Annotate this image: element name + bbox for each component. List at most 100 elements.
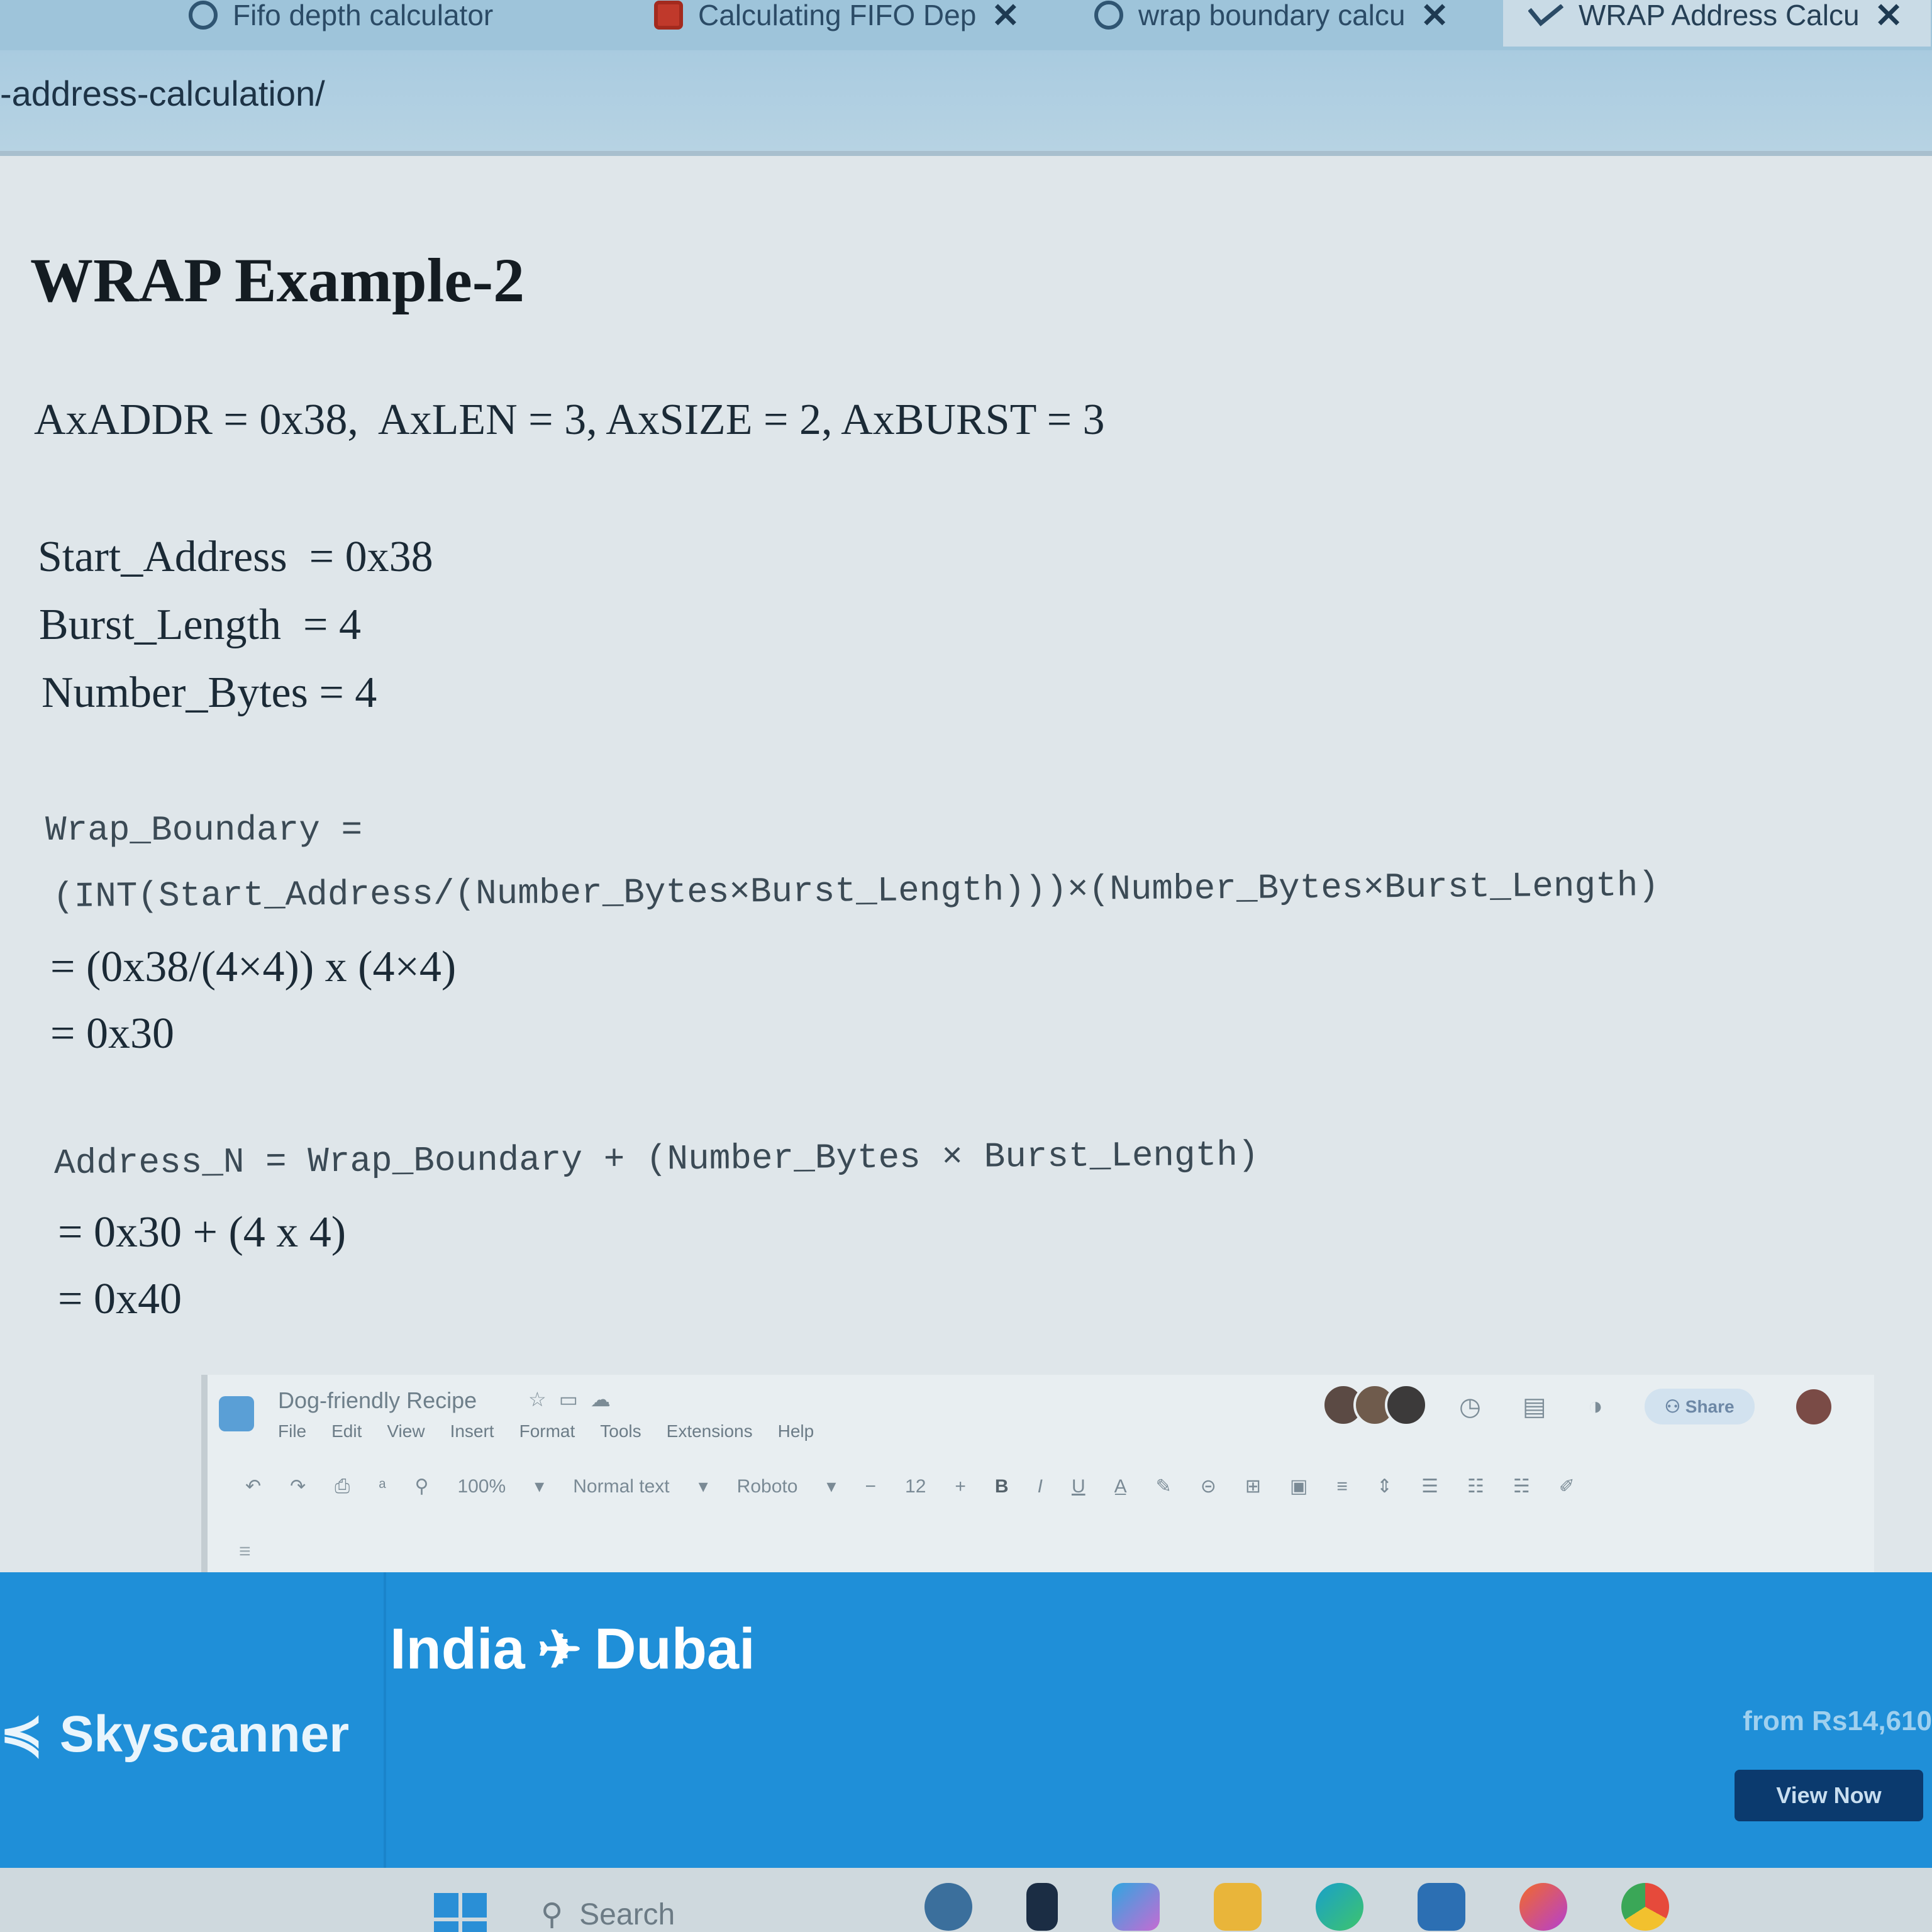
windows-start-icon[interactable] (434, 1893, 487, 1932)
style-select[interactable]: Normal text (573, 1476, 669, 1497)
line-spacing-icon[interactable]: ⇕ (1377, 1475, 1392, 1497)
link-icon[interactable]: ⊝ (1201, 1475, 1216, 1497)
meet-icon[interactable]: ◑ (1588, 1392, 1603, 1421)
view-now-button[interactable]: View Now (1735, 1770, 1923, 1821)
taskbar-apps (924, 1883, 1669, 1931)
history-icon[interactable]: ◷ (1459, 1392, 1481, 1421)
windows-taskbar: ⚲ Search (0, 1868, 1932, 1932)
checklist-icon[interactable]: ☰ (1421, 1475, 1438, 1497)
file-explorer-icon[interactable] (1214, 1883, 1262, 1931)
bulleted-list-icon[interactable]: ☷ (1467, 1475, 1484, 1497)
search-label: Search (579, 1897, 675, 1931)
close-icon[interactable]: ✕ (991, 0, 1019, 35)
decrease-font-icon[interactable]: − (865, 1476, 876, 1497)
menu-format[interactable]: Format (519, 1421, 575, 1441)
add-comment-icon[interactable]: ⊞ (1245, 1475, 1261, 1497)
menu-edit[interactable]: Edit (331, 1421, 362, 1441)
wrap-boundary-result: = 0x30 (50, 1009, 174, 1058)
numbered-list-icon[interactable]: ☵ (1513, 1475, 1530, 1497)
menu-insert[interactable]: Insert (450, 1421, 494, 1441)
share-label: Share (1685, 1397, 1735, 1416)
chevron-down-icon: ▾ (698, 1476, 708, 1497)
article-content: WRAP Example-2 AxADDR = 0x38, AxLEN = 3,… (0, 156, 1932, 1382)
microsoft-store-icon[interactable] (1418, 1883, 1465, 1931)
tab-label: wrap boundary calcu (1138, 0, 1406, 31)
wrap-boundary-step: = (0x38/(4×4)) x (4×4) (50, 943, 457, 991)
docs-menu-bar: File Edit View Insert Format Tools Exten… (278, 1421, 814, 1441)
skyscanner-ad-banner[interactable]: India ✈ Dubai ≼ Skyscanner from Rs14,610… (0, 1572, 1932, 1868)
docs-header-actions: ◷ ▤ ◑ ⚇ Share (1459, 1389, 1831, 1424)
search-icon: ⚲ (541, 1898, 564, 1931)
site-favicon-icon (654, 1, 683, 30)
edge-icon[interactable] (1316, 1883, 1363, 1931)
tab-label: Fifo depth calculator (233, 0, 494, 31)
increase-font-icon[interactable]: + (955, 1476, 966, 1497)
bold-button[interactable]: B (995, 1476, 1009, 1497)
close-icon[interactable]: ✕ (1875, 0, 1903, 35)
align-icon[interactable]: ≡ (1336, 1476, 1348, 1497)
docs-window-preview[interactable]: Dog-friendly Recipe ☆▭☁ File Edit View I… (201, 1375, 1874, 1580)
profile-avatar[interactable] (1796, 1389, 1831, 1424)
url-text[interactable]: -address-calculation/ (0, 73, 325, 114)
parameters-line: AxADDR = 0x38, AxLEN = 3, AxSIZE = 2, Ax… (34, 396, 1105, 444)
address-n-step: = 0x30 + (4 x 4) (58, 1208, 347, 1257)
document-title[interactable]: Dog-friendly Recipe (278, 1387, 477, 1414)
menu-extensions[interactable]: Extensions (667, 1421, 753, 1441)
globe-icon (189, 1, 218, 30)
menu-tools[interactable]: Tools (600, 1421, 641, 1441)
avatar[interactable] (1385, 1384, 1428, 1426)
airplane-icon: ✈ (537, 1619, 582, 1679)
edit-mode-icon[interactable]: ✐ (1559, 1475, 1575, 1497)
copilot-icon[interactable] (1112, 1883, 1160, 1931)
firefox-icon[interactable] (1519, 1883, 1567, 1931)
zoom-select[interactable]: 100% (457, 1476, 506, 1497)
browser-tab-bar: Fifo depth calculator Calculating FIFO D… (0, 0, 1932, 50)
text-color-icon[interactable]: A̲ (1114, 1476, 1127, 1497)
wrap-boundary-formula: (INT(Start_Address/(Number_Bytes×Burst_L… (52, 865, 1660, 917)
ad-destination: Dubai (594, 1617, 755, 1681)
font-select[interactable]: Roboto (737, 1476, 798, 1497)
comments-icon[interactable]: ▤ (1523, 1392, 1546, 1421)
print-icon[interactable]: ⎙ (335, 1476, 350, 1497)
tab-wrap-address-calc[interactable]: WRAP Address Calcu ✕ (1503, 0, 1931, 47)
burst-length-line: Burst_Length = 4 (39, 601, 361, 649)
start-address-line: Start_Address = 0x38 (38, 533, 433, 581)
address-n-formula: Address_N = Wrap_Boundary + (Number_Byte… (53, 1135, 1259, 1184)
address-bar[interactable]: -address-calculation/ (0, 50, 1932, 156)
chrome-icon[interactable] (1621, 1883, 1669, 1931)
tab-calculating-fifo-depth[interactable]: Calculating FIFO Dep ✕ (654, 0, 1020, 47)
italic-button[interactable]: I (1038, 1476, 1043, 1497)
page-title: WRAP Example-2 (30, 245, 525, 315)
chevron-down-icon: ▾ (826, 1476, 836, 1497)
ad-divider (384, 1572, 386, 1868)
tab-fifo-depth-calculator[interactable]: Fifo depth calculator (189, 0, 493, 47)
ad-route: India ✈ Dubai (390, 1616, 755, 1682)
close-icon[interactable]: ✕ (1420, 0, 1448, 35)
paint-format-icon[interactable]: ⚲ (414, 1475, 428, 1497)
share-button[interactable]: ⚇ Share (1644, 1389, 1755, 1424)
tab-label: Calculating FIFO Dep (698, 0, 977, 31)
insert-image-icon[interactable]: ▣ (1290, 1475, 1307, 1497)
fish-app-icon[interactable] (924, 1883, 972, 1931)
outline-icon[interactable]: ≡ (239, 1540, 251, 1563)
underline-button[interactable]: U (1072, 1476, 1085, 1497)
menu-help[interactable]: Help (778, 1421, 814, 1441)
tab-wrap-boundary-calc[interactable]: wrap boundary calcu ✕ (1094, 0, 1449, 47)
ad-brand: ≼ Skyscanner (0, 1704, 349, 1764)
redo-icon[interactable]: ↷ (290, 1475, 306, 1497)
cloud-saved-icon[interactable]: ☁ (591, 1388, 623, 1411)
menu-file[interactable]: File (278, 1421, 306, 1441)
star-icon[interactable]: ☆ (528, 1388, 559, 1411)
number-bytes-line: Number_Bytes = 4 (42, 669, 377, 717)
move-folder-icon[interactable]: ▭ (559, 1388, 591, 1411)
docs-toolbar: ↶ ↷ ⎙ ᵃ ⚲ 100% ▾ Normal text ▾ Roboto ▾ … (245, 1475, 1575, 1497)
undo-icon[interactable]: ↶ (245, 1475, 261, 1497)
highlight-icon[interactable]: ✎ (1156, 1475, 1172, 1497)
ad-price: from Rs14,610 (1743, 1706, 1932, 1736)
font-size-input[interactable]: 12 (905, 1476, 926, 1497)
collaborator-avatars (1322, 1384, 1428, 1426)
menu-view[interactable]: View (387, 1421, 425, 1441)
taskbar-search[interactable]: ⚲ Search (541, 1897, 675, 1932)
spellcheck-icon[interactable]: ᵃ (379, 1476, 386, 1497)
store-l-icon[interactable] (1026, 1883, 1058, 1931)
